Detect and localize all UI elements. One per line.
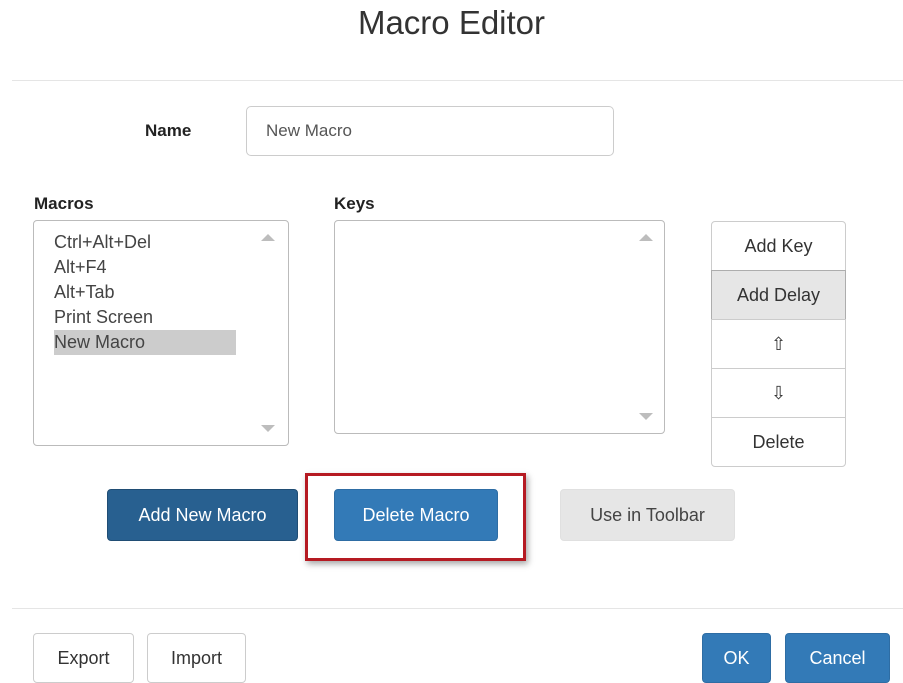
- import-button[interactable]: Import: [147, 633, 246, 683]
- macro-item-ctrl-alt-del[interactable]: Ctrl+Alt+Del: [54, 230, 236, 255]
- delete-key-button[interactable]: Delete: [711, 417, 846, 467]
- macros-scroll-up-icon[interactable]: [261, 234, 275, 241]
- macros-list: Ctrl+Alt+Del Alt+F4 Alt+Tab Print Screen…: [54, 230, 236, 355]
- macros-label: Macros: [34, 194, 94, 213]
- footer-divider: [12, 608, 903, 609]
- macro-item-alt-tab[interactable]: Alt+Tab: [54, 280, 236, 305]
- move-down-button[interactable]: ⇩: [711, 368, 846, 418]
- macro-item-new-macro[interactable]: New Macro: [54, 330, 236, 355]
- keys-scroll-down-icon[interactable]: [639, 413, 653, 420]
- add-delay-button[interactable]: Add Delay: [711, 270, 846, 320]
- add-key-button[interactable]: Add Key: [711, 221, 846, 271]
- header-divider: [12, 80, 903, 81]
- macro-name-input[interactable]: [246, 106, 614, 156]
- delete-macro-highlight-box: [305, 473, 526, 561]
- ok-button[interactable]: OK: [702, 633, 771, 683]
- add-new-macro-button[interactable]: Add New Macro: [107, 489, 298, 541]
- dialog-title: Macro Editor: [357, 4, 546, 41]
- export-button[interactable]: Export: [33, 633, 134, 683]
- macros-listbox[interactable]: Ctrl+Alt+Del Alt+F4 Alt+Tab Print Screen…: [33, 220, 289, 446]
- keys-listbox[interactable]: [334, 220, 665, 434]
- keys-scroll-up-icon[interactable]: [639, 234, 653, 241]
- name-label: Name: [145, 121, 192, 140]
- cancel-button[interactable]: Cancel: [785, 633, 890, 683]
- macro-item-print-screen[interactable]: Print Screen: [54, 305, 236, 330]
- macro-item-alt-f4[interactable]: Alt+F4: [54, 255, 236, 280]
- keys-label: Keys: [334, 194, 375, 213]
- use-in-toolbar-button[interactable]: Use in Toolbar: [560, 489, 735, 541]
- macros-scroll-down-icon[interactable]: [261, 425, 275, 432]
- move-up-button[interactable]: ⇧: [711, 319, 846, 369]
